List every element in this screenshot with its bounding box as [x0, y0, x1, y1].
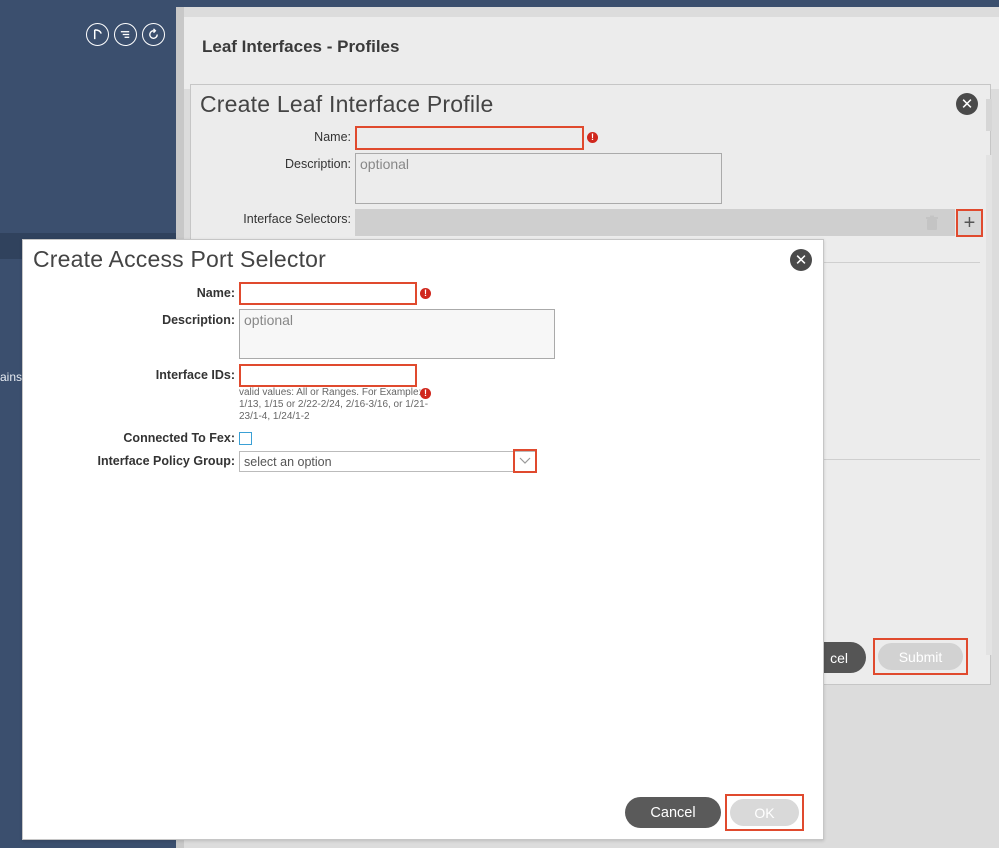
interface-selectors-table-header	[355, 209, 955, 236]
interface-ids-input[interactable]	[239, 364, 417, 387]
divider	[824, 262, 980, 263]
chevron-down-icon[interactable]	[513, 449, 537, 473]
name-input[interactable]	[239, 282, 417, 305]
connected-to-fex-checkbox[interactable]	[239, 432, 252, 445]
info-icon[interactable]	[86, 23, 109, 46]
list-icon[interactable]	[114, 23, 137, 46]
name-label: Name:	[314, 130, 351, 144]
interface-selectors-label: Interface Selectors:	[243, 212, 351, 226]
refresh-icon[interactable]	[142, 23, 165, 46]
interface-ids-hint: valid values: All or Ranges. For Example…	[239, 387, 429, 422]
description-textarea[interactable]: optional	[239, 309, 555, 359]
sidebar-item-label[interactable]: ains	[0, 370, 22, 384]
description-label: Description:	[162, 313, 235, 327]
name-label: Name:	[196, 286, 235, 300]
close-icon[interactable]: ✕	[956, 93, 978, 115]
page-title: Leaf Interfaces - Profiles	[202, 37, 400, 56]
add-selector-button[interactable]: +	[956, 209, 983, 237]
dialog-title: Create Access Port Selector	[33, 246, 327, 272]
right-edge-panel	[986, 99, 992, 131]
name-input[interactable]	[355, 126, 584, 150]
right-edge-panel	[986, 155, 992, 655]
ok-button[interactable]: OK	[730, 799, 799, 826]
divider	[824, 459, 980, 460]
top-strip	[176, 0, 999, 7]
description-textarea[interactable]: optional	[355, 153, 722, 204]
error-icon: !	[420, 288, 431, 299]
connected-to-fex-label: Connected To Fex:	[123, 431, 235, 445]
error-icon: !	[587, 132, 598, 143]
trash-icon[interactable]	[924, 215, 940, 231]
interface-policy-group-label: Interface Policy Group:	[97, 454, 235, 468]
page-header: Leaf Interfaces - Profiles	[184, 17, 999, 89]
interface-ids-label: Interface IDs:	[155, 368, 235, 382]
submit-highlight: Submit	[873, 638, 968, 675]
create-access-port-selector-dialog: Create Access Port Selector ✕ Name: ! De…	[22, 239, 824, 840]
dialog-title: Create Leaf Interface Profile	[200, 91, 494, 117]
interface-policy-group-select[interactable]: select an option	[239, 451, 536, 472]
ok-highlight: OK	[725, 794, 804, 831]
description-label: Description:	[285, 157, 351, 171]
close-icon[interactable]: ✕	[790, 249, 812, 271]
cancel-button[interactable]: Cancel	[625, 797, 721, 828]
sidebar-toolbar	[86, 23, 165, 46]
submit-button[interactable]: Submit	[878, 643, 963, 670]
